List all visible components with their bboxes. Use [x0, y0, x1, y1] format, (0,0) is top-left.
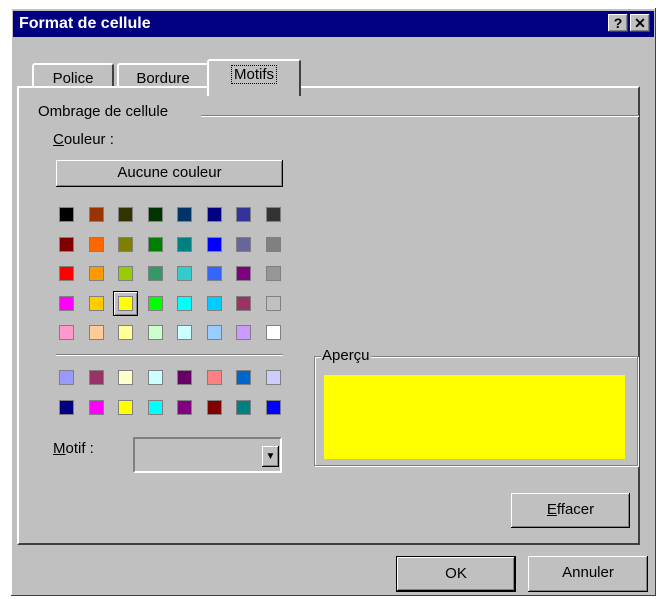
color-swatch[interactable] [265, 370, 281, 385]
color-swatch[interactable] [59, 399, 74, 415]
color-swatch[interactable] [59, 236, 74, 252]
tab-panel-motifs: Ombrage de cellule Couleur : Aucune coul… [17, 86, 640, 545]
pattern-label: Motif : [53, 440, 94, 457]
color-swatch[interactable] [206, 207, 222, 222]
color-swatch[interactable] [88, 266, 104, 281]
section-divider [201, 115, 639, 117]
color-swatch[interactable] [88, 325, 104, 340]
color-swatch[interactable] [265, 207, 281, 222]
color-swatch[interactable] [88, 236, 104, 252]
pattern-label-accel: M [53, 440, 66, 457]
ok-button[interactable]: OK [396, 556, 516, 592]
color-swatch[interactable] [147, 236, 163, 252]
color-swatch[interactable] [236, 370, 251, 385]
color-swatch[interactable] [147, 325, 163, 340]
color-swatch[interactable] [177, 399, 192, 415]
color-swatch[interactable] [265, 266, 281, 281]
color-swatch[interactable] [236, 325, 251, 340]
clear-button[interactable]: Effacer [511, 493, 630, 528]
title-bar: Format de cellule ? ✕ [13, 11, 654, 37]
help-button[interactable]: ? [608, 14, 628, 32]
color-swatch[interactable] [177, 370, 192, 385]
color-swatch[interactable] [59, 370, 74, 385]
color-swatch[interactable] [147, 295, 163, 311]
color-swatch[interactable] [59, 266, 74, 281]
tab-motifs-label: Motifs [230, 65, 278, 84]
dialog-title: Format de cellule [19, 15, 151, 32]
color-label: Couleur : [53, 131, 114, 148]
color-swatch[interactable] [265, 399, 281, 415]
color-swatch[interactable] [147, 266, 163, 281]
color-swatch[interactable] [147, 207, 163, 222]
tab-police-label: Police [52, 70, 94, 87]
close-button[interactable]: ✕ [630, 14, 650, 32]
color-swatch[interactable] [88, 207, 104, 222]
preview-swatch [324, 375, 625, 459]
shading-section-label: Ombrage de cellule [38, 103, 169, 120]
color-swatch[interactable] [88, 370, 104, 385]
color-swatch[interactable] [118, 266, 133, 281]
color-swatch[interactable] [206, 236, 222, 252]
color-swatch[interactable] [177, 295, 192, 311]
color-swatch[interactable] [147, 399, 163, 415]
pattern-select[interactable]: ▼ [133, 437, 282, 473]
color-swatch[interactable] [59, 325, 74, 340]
color-swatch[interactable] [236, 236, 251, 252]
color-swatch[interactable] [59, 207, 74, 222]
cancel-label: Annuler [562, 564, 614, 581]
color-label-accel: C [53, 131, 64, 148]
palette-divider [56, 354, 283, 356]
ok-label: OK [445, 565, 467, 582]
color-swatch[interactable] [236, 207, 251, 222]
color-swatch[interactable] [118, 370, 133, 385]
color-swatch[interactable] [206, 370, 222, 385]
color-swatch[interactable] [206, 399, 222, 415]
cancel-button[interactable]: Annuler [528, 556, 648, 592]
color-swatch[interactable] [118, 325, 133, 340]
color-swatch[interactable] [177, 236, 192, 252]
color-swatch[interactable] [177, 266, 192, 281]
no-color-button[interactable]: Aucune couleur [56, 160, 283, 187]
color-swatch[interactable] [59, 295, 74, 311]
color-swatch[interactable] [147, 370, 163, 385]
color-swatch[interactable] [206, 295, 222, 311]
clear-label-rest: ffacer [556, 501, 595, 518]
color-swatch[interactable] [88, 295, 104, 311]
color-swatch[interactable] [118, 207, 133, 222]
tab-bordure-label: Bordure [136, 70, 190, 87]
color-swatch[interactable] [177, 207, 192, 222]
color-swatch[interactable] [236, 295, 251, 311]
color-swatch[interactable] [88, 399, 104, 415]
color-swatch[interactable] [236, 266, 251, 281]
color-swatch[interactable] [265, 236, 281, 252]
color-swatch[interactable] [206, 325, 222, 340]
color-swatch[interactable] [118, 399, 133, 415]
pattern-label-rest: otif : [65, 440, 94, 457]
color-swatch[interactable] [118, 236, 133, 252]
color-swatch[interactable] [236, 399, 251, 415]
tab-motifs[interactable]: Motifs [207, 59, 301, 96]
chevron-down-icon[interactable]: ▼ [262, 446, 279, 467]
color-swatch[interactable] [265, 325, 281, 340]
color-label-rest: ouleur : [63, 131, 114, 148]
color-swatch[interactable] [265, 295, 281, 311]
color-swatch[interactable] [118, 295, 133, 311]
help-icon: ? [613, 15, 623, 31]
clear-label-accel: E [546, 501, 557, 518]
color-swatch[interactable] [177, 325, 192, 340]
no-color-label: Aucune couleur [117, 164, 222, 181]
close-icon: ✕ [634, 15, 646, 31]
preview-label: Aperçu [321, 347, 371, 364]
color-swatch[interactable] [206, 266, 222, 281]
